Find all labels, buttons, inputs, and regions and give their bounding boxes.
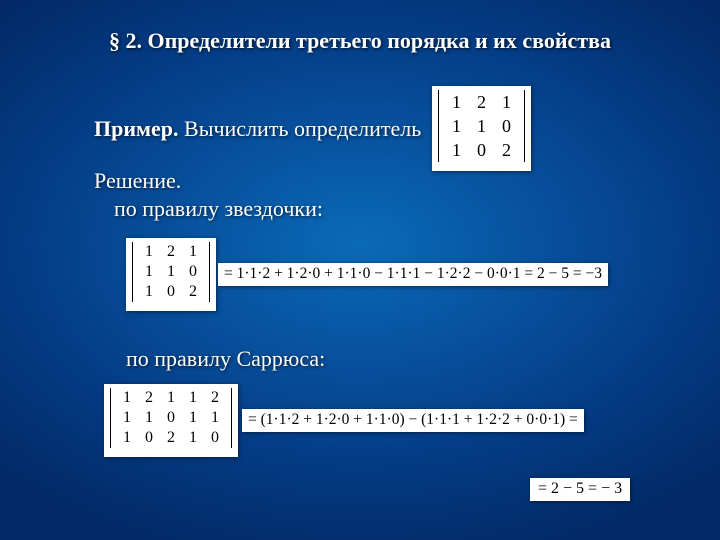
star-expression: = 1·1·2 + 1·2·0 + 1·1·0 − 1·1·1 − 1·2·2 … xyxy=(218,263,608,286)
sarrus-matrix: 1 2 1 1 2 1 1 0 1 1 1 0 xyxy=(104,384,238,457)
sarrus-result: = 2 − 5 = − 3 xyxy=(530,478,630,501)
sarrus-expression: = (1·1·2 + 1·2·0 + 1·1·0) − (1·1·1 + 1·2… xyxy=(242,409,584,432)
star-matrix: 121 110 102 xyxy=(126,238,216,311)
solution-label: Решение. xyxy=(94,168,181,194)
sarrus-computation: 1 2 1 1 2 1 1 0 1 1 1 0 xyxy=(104,384,584,457)
example-matrix: 121 110 102 xyxy=(432,86,531,171)
section-title: § 2. Определители третьего порядка и их … xyxy=(0,28,720,54)
example-label: Пример. xyxy=(94,116,179,141)
slide: § 2. Определители третьего порядка и их … xyxy=(0,0,720,540)
example-text: Вычислить определитель xyxy=(179,116,422,141)
example-line: Пример. Вычислить определитель xyxy=(94,116,421,142)
star-rule-label: по правилу звездочки: xyxy=(114,196,323,222)
star-computation: 121 110 102 = 1·1·2 + 1·2·0 + 1·1·0 − 1·… xyxy=(126,238,608,311)
sarrus-rule-label: по правилу Саррюса: xyxy=(126,346,325,372)
